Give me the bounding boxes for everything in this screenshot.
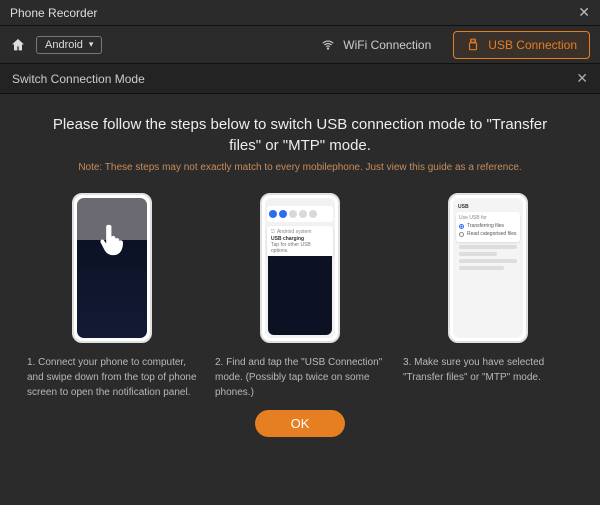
steps-row: 1. Connect your phone to computer, and s… [22, 193, 578, 400]
wifi-icon [321, 38, 335, 52]
step-3-text: 3. Make sure you have selected "Transfer… [403, 355, 573, 385]
modal-title: Please follow the steps below to switch … [40, 114, 560, 156]
notif-subtitle: Tap for other USB options. [271, 242, 329, 254]
ok-button[interactable]: OK [255, 410, 346, 437]
step-2: ⎋Android system USB charging Tap for oth… [215, 193, 385, 400]
wifi-connection-button[interactable]: WiFi Connection [309, 32, 443, 58]
titlebar: Phone Recorder ✕ [0, 0, 600, 26]
options-group-label: Use USB for [459, 215, 517, 221]
app-title: Phone Recorder [10, 6, 97, 20]
modal: Please follow the steps below to switch … [0, 94, 600, 505]
step-2-text: 2. Find and tap the "USB Connection" mod… [215, 355, 385, 400]
step-3-phone: USB Use USB for Transferring files Read … [448, 193, 528, 343]
notif-source: ⎋Android system [271, 229, 329, 235]
step-3: USB Use USB for Transferring files Read … [403, 193, 573, 400]
usb-icon [466, 38, 480, 52]
radio-selected-icon [459, 224, 464, 229]
option-transfer-files: Transferring files [459, 223, 517, 229]
usb-label: USB Connection [488, 38, 577, 52]
usb-connection-button[interactable]: USB Connection [453, 31, 590, 59]
quick-settings-row [267, 206, 333, 222]
wifi-label: WiFi Connection [343, 38, 431, 52]
chevron-down-icon: ▾ [89, 39, 94, 50]
radio-icon [459, 232, 464, 237]
platform-select[interactable]: Android ▾ [36, 36, 102, 54]
home-icon[interactable] [10, 37, 26, 53]
section-title: Switch Connection Mode [12, 72, 145, 86]
step-1-phone [72, 193, 152, 343]
window-close-icon[interactable]: ✕ [578, 4, 590, 21]
step-1: 1. Connect your phone to computer, and s… [27, 193, 197, 400]
option-read-files: Read categorised files [459, 231, 517, 237]
platform-label: Android [45, 39, 83, 51]
toolbar: Android ▾ WiFi Connection USB Connection [0, 26, 600, 64]
section-close-icon[interactable]: ✕ [576, 70, 588, 87]
modal-note: Note: These steps may not exactly match … [22, 162, 578, 173]
section-header: Switch Connection Mode ✕ [0, 64, 600, 94]
usb-options-card: Use USB for Transferring files Read cate… [456, 212, 520, 242]
step-1-text: 1. Connect your phone to computer, and s… [27, 355, 197, 400]
step-2-phone: ⎋Android system USB charging Tap for oth… [260, 193, 340, 343]
usb-notification: ⎋Android system USB charging Tap for oth… [267, 226, 333, 257]
swipe-hand-icon [98, 222, 126, 258]
settings-heading: USB [458, 204, 520, 210]
